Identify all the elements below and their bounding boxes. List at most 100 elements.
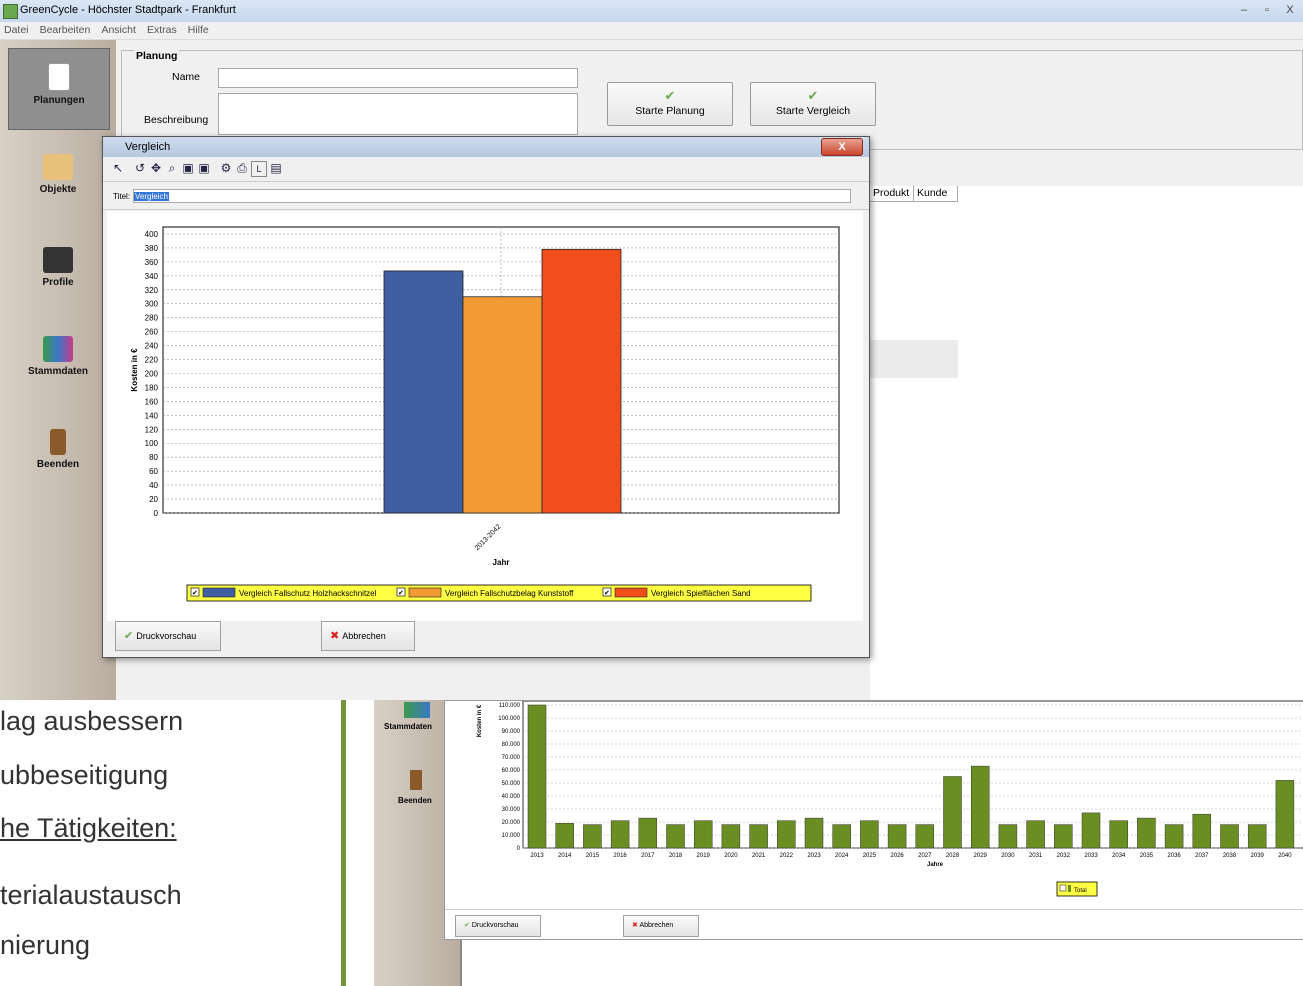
x-axis-label: Jahr <box>493 558 510 567</box>
maximize-button[interactable]: ▫ <box>1256 3 1278 18</box>
y-tick-label: 340 <box>145 272 159 281</box>
menu-bearbeiten[interactable]: Bearbeiten <box>36 22 95 38</box>
sidebar-item-profile[interactable]: Profile <box>8 233 108 313</box>
bar <box>666 824 685 849</box>
menu-datei[interactable]: Datei <box>0 22 33 38</box>
x-tick-label: 2029 <box>974 853 988 859</box>
menu-hilfe[interactable]: Hilfe <box>184 22 213 38</box>
x-tick-label: 2018 <box>669 853 683 859</box>
x-tick-label: 2034 <box>1112 853 1126 859</box>
y-tick-label: 60.000 <box>502 768 521 774</box>
books-icon <box>43 336 73 362</box>
legend-swatch <box>614 587 648 598</box>
x-tick-label: 2040 <box>1278 853 1292 859</box>
start-vergleich-button[interactable]: ✔ Starte Vergleich <box>750 82 876 126</box>
zoom-in-icon[interactable]: ▣ <box>181 161 195 175</box>
sidebar-item-objekte[interactable]: Objekte <box>8 140 108 220</box>
minimize-button[interactable]: – <box>1233 3 1255 18</box>
y-axis-label: Kosten in € <box>477 704 483 737</box>
comparison-chart: 0 20 40 60 80 100 120 140 160 180 200 220 240 260 280 3… <box>130 226 840 602</box>
bar <box>943 776 962 849</box>
properties-icon[interactable]: ⚙ <box>219 161 233 175</box>
menu-ansicht[interactable]: Ansicht <box>97 22 139 38</box>
x-tick-label: 2020 <box>724 853 738 859</box>
slide-line-4: terialaustausch <box>0 880 182 910</box>
x-tick-label: 2038 <box>1223 853 1237 859</box>
dialog-close-button[interactable]: X <box>821 138 863 156</box>
bar <box>527 704 547 849</box>
titel-input[interactable]: Vergleich <box>133 189 851 203</box>
save-icon[interactable]: ▤ <box>269 161 283 175</box>
move-icon[interactable]: ✥ <box>149 161 163 175</box>
door-icon <box>410 770 422 790</box>
bar <box>860 820 879 849</box>
menu-extras[interactable]: Extras <box>143 22 181 38</box>
y-tick-label: 140 <box>145 411 159 420</box>
yearly-cost-chart: 0 10.000 20.000 30.000 40.000 50.000 60.000 70.… <box>477 700 1303 897</box>
print-icon[interactable]: ⎙ <box>235 161 249 175</box>
name-input[interactable] <box>218 68 578 88</box>
slide-accent-bar <box>341 700 346 986</box>
bar <box>1192 813 1212 849</box>
second-sidebar-stammdaten[interactable]: Stammdaten <box>384 722 432 731</box>
bar <box>1275 780 1295 849</box>
zoom-icon[interactable]: ⌕ <box>165 161 179 175</box>
legend-toggle-icon[interactable]: L <box>251 161 267 177</box>
beschreibung-input[interactable] <box>218 93 578 135</box>
abbrechen-label: Abbrechen <box>342 631 386 641</box>
sidebar-item-planungen[interactable]: Planungen <box>8 48 110 130</box>
close-button[interactable]: X <box>1279 3 1301 18</box>
cancel-icon: ✖ <box>330 630 343 642</box>
sidebar-item-beenden[interactable]: Beenden <box>8 415 108 495</box>
x-tick-label: 2015 <box>586 853 600 859</box>
x-tick-label: 2022 <box>780 853 794 859</box>
y-tick-label: 380 <box>145 244 159 253</box>
legend-label: Vergleich Fallschutzbelag Kunststoff <box>445 589 574 598</box>
bar <box>1026 820 1045 849</box>
second-abbrechen-button[interactable]: ✖ Abbrechen <box>623 915 699 937</box>
bar <box>383 270 464 514</box>
x-tick-label: 2031 <box>1029 853 1043 859</box>
sidebar-item-stammdaten[interactable]: Stammdaten <box>8 322 108 402</box>
x-tick-label: 2025 <box>863 853 877 859</box>
legend-swatch <box>202 587 236 598</box>
y-axis-label: Kosten in € <box>130 348 139 392</box>
sidebar: Planungen Objekte Profile Stammdaten Bee… <box>0 40 116 700</box>
druckvorschau-button[interactable]: ✔ Druckvorschau <box>115 621 221 651</box>
y-tick-label: 80.000 <box>502 742 521 748</box>
slide-line-3: he Tätigkeiten: <box>0 813 177 843</box>
second-abbrechen-label: Abbrechen <box>639 922 674 929</box>
bar <box>1220 824 1239 849</box>
bar <box>777 820 796 849</box>
column-header-produkt[interactable]: Produkt <box>870 186 914 202</box>
y-tick-label: 240 <box>145 342 159 351</box>
slide-line-5: nierung <box>0 930 91 960</box>
x-tick-label: 2013 <box>530 853 544 859</box>
abbrechen-button[interactable]: ✖ Abbrechen <box>321 621 415 651</box>
bar <box>1081 812 1101 849</box>
check-icon: ✔ <box>604 590 610 597</box>
legend-label: Vergleich Spielflächen Sand <box>651 589 751 598</box>
sidebar-item-label: Planungen <box>33 95 85 106</box>
column-header-kunde[interactable]: Kunde <box>914 186 958 202</box>
second-sidebar-beenden[interactable]: Beenden <box>398 796 432 805</box>
bar <box>915 824 935 849</box>
door-icon <box>50 429 66 455</box>
pointer-icon[interactable]: ↖ <box>111 161 125 175</box>
second-druckvorschau-button[interactable]: ✔ Druckvorschau <box>455 915 541 937</box>
y-tick-label: 110.000 <box>499 703 521 709</box>
rotate-icon[interactable]: ↺ <box>133 161 147 175</box>
check-icon: ✔ <box>398 590 404 597</box>
legend-label: Vergleich Fallschutz Holzhackschnitzel <box>239 589 377 598</box>
legend-swatch <box>408 587 442 598</box>
titel-row: Titel: Vergleich <box>103 183 869 210</box>
bar <box>832 824 851 849</box>
start-planung-button[interactable]: ✔ Starte Planung <box>607 82 733 126</box>
table-row[interactable] <box>870 340 958 378</box>
map-icon <box>43 154 73 180</box>
name-label: Name <box>172 71 201 83</box>
bar <box>693 820 713 849</box>
bar <box>583 824 602 849</box>
y-tick-label: 70.000 <box>502 755 521 761</box>
zoom-out-icon[interactable]: ▣ <box>197 161 211 175</box>
